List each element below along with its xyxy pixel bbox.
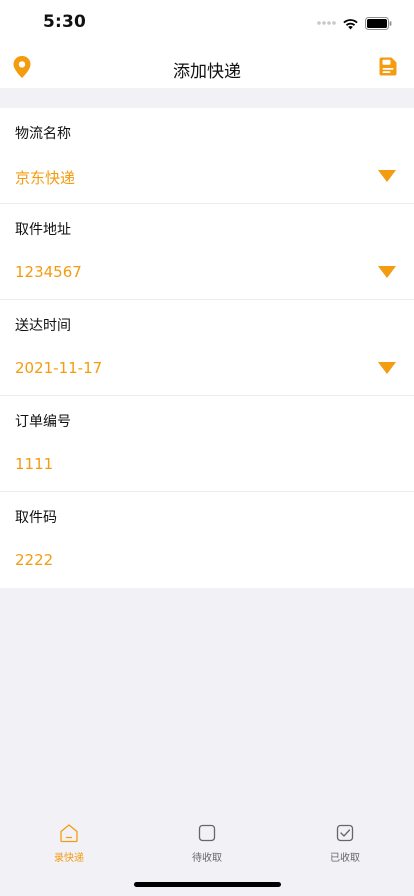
form-row-logistics-name[interactable]: 物流名称 京东快递	[0, 108, 414, 204]
express-form: 物流名称 京东快递 取件地址 1234567 送达时间 2021-11-17 订…	[0, 108, 414, 588]
tab-received[interactable]: 已收取	[305, 823, 385, 864]
square-icon	[198, 824, 216, 842]
dropdown-triangle-icon[interactable]	[378, 266, 396, 278]
row-label: 取件地址	[15, 222, 71, 238]
form-row-pickup-code[interactable]: 取件码 2222	[0, 492, 414, 588]
status-time: 5:30	[43, 12, 87, 32]
tab-label: 已收取	[330, 853, 360, 864]
battery-icon	[365, 16, 392, 30]
nav-bar: 添加快递	[0, 46, 414, 88]
dropdown-triangle-icon[interactable]	[378, 170, 396, 182]
row-label: 物流名称	[15, 126, 71, 142]
wifi-icon	[343, 18, 358, 29]
logistics-name-value[interactable]: 京东快递	[15, 167, 75, 188]
row-label: 送达时间	[15, 318, 71, 334]
status-indicators	[317, 15, 392, 31]
home-icon	[60, 824, 78, 843]
dropdown-triangle-icon[interactable]	[378, 362, 396, 374]
row-label: 订单编号	[15, 414, 71, 430]
tab-pending[interactable]: 待收取	[167, 823, 247, 864]
cellular-dots-icon	[317, 21, 336, 25]
checkbox-icon	[336, 824, 354, 842]
home-indicator	[134, 882, 281, 887]
order-number-value[interactable]: 1111	[15, 455, 53, 473]
tab-record-express[interactable]: 录快递	[29, 823, 109, 864]
tab-label: 待收取	[192, 853, 222, 864]
status-bar: 5:30	[0, 0, 414, 46]
tab-label: 录快递	[54, 853, 84, 864]
pickup-address-value[interactable]: 1234567	[15, 263, 82, 281]
page-title: 添加快递	[173, 62, 241, 82]
form-row-pickup-address[interactable]: 取件地址 1234567	[0, 204, 414, 300]
pickup-code-value[interactable]: 2222	[15, 551, 53, 569]
save-note-icon[interactable]	[379, 57, 397, 76]
form-row-order-number[interactable]: 订单编号 1111	[0, 396, 414, 492]
delivery-time-value[interactable]: 2021-11-17	[15, 359, 102, 377]
row-label: 取件码	[15, 510, 57, 526]
form-row-delivery-time[interactable]: 送达时间 2021-11-17	[0, 300, 414, 396]
